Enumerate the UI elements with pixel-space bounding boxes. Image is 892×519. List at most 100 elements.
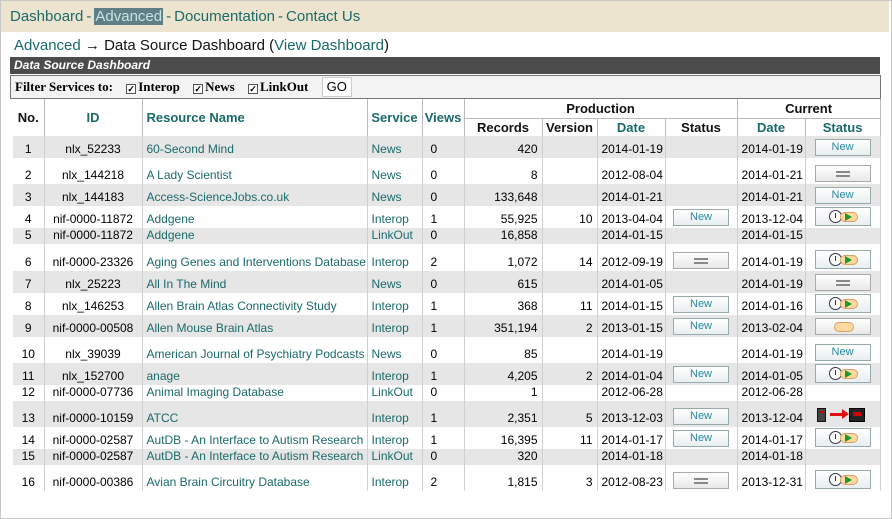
service-link[interactable]: Interop xyxy=(367,427,423,449)
interop-checkbox[interactable]: ✓ xyxy=(126,84,137,94)
transfer-status-icon[interactable] xyxy=(815,406,871,425)
new-status-button[interactable]: New xyxy=(673,430,730,447)
nav-separator: - xyxy=(86,8,92,25)
resource-name-link[interactable]: anage xyxy=(142,363,368,385)
scheduled-run-icon[interactable] xyxy=(814,207,871,226)
new-status-button[interactable]: New xyxy=(673,209,730,226)
current-status xyxy=(805,363,881,385)
production-status: New xyxy=(665,293,738,315)
service-link[interactable]: News xyxy=(367,271,423,293)
service-link[interactable]: Interop xyxy=(367,244,423,271)
new-status-button[interactable]: New xyxy=(814,187,871,204)
unchanged-status-icon[interactable] xyxy=(814,274,871,291)
resource-name-link[interactable]: ATCC xyxy=(142,401,368,427)
resource-name-link[interactable]: Addgene xyxy=(142,228,368,244)
service-link[interactable]: Interop xyxy=(367,315,423,337)
col-prod-date[interactable]: Date xyxy=(597,117,666,136)
col-version[interactable]: Version xyxy=(542,117,598,136)
service-link[interactable]: News xyxy=(367,158,423,184)
scheduled-run-icon[interactable] xyxy=(814,470,871,489)
resource-name-link[interactable]: Allen Mouse Brain Atlas xyxy=(142,315,368,337)
service-link[interactable]: News xyxy=(367,184,423,206)
table-row: 12 nif-0000-07736 Animal Imaging Database L… xyxy=(13,385,881,401)
scheduled-run-icon[interactable] xyxy=(814,294,871,313)
new-status-button[interactable]: New xyxy=(673,408,730,425)
col-service[interactable]: Service xyxy=(367,99,423,136)
new-status-button[interactable]: New xyxy=(673,366,730,383)
resource-name-link[interactable]: Aging Genes and Interventions Database xyxy=(142,244,368,271)
current-date: 2014-01-18 xyxy=(737,449,806,465)
resource-name-link[interactable]: Allen Brain Atlas Connectivity Study xyxy=(142,293,368,315)
resource-name-link[interactable]: AutDB - An Interface to Autism Research xyxy=(142,427,368,449)
service-link[interactable]: Interop xyxy=(367,465,423,491)
unchanged-status-icon[interactable] xyxy=(814,165,871,182)
nav-contact-us[interactable]: Contact Us xyxy=(286,8,360,25)
breadcrumb-advanced[interactable]: Advanced xyxy=(14,37,81,54)
records-count: 16,858 xyxy=(464,228,543,244)
service-link[interactable]: LinkOut xyxy=(367,228,423,244)
resource-name-link[interactable]: A Lady Scientist xyxy=(142,158,368,184)
new-status-button[interactable]: New xyxy=(814,344,871,361)
resource-name-link[interactable]: Access-ScienceJobs.co.uk xyxy=(142,184,368,206)
resource-id: nlx_39039 xyxy=(44,337,143,363)
service-link[interactable]: Interop xyxy=(367,293,423,315)
resource-id: nlx_152700 xyxy=(44,363,143,385)
cloud-status-icon[interactable] xyxy=(814,318,871,335)
production-status: New xyxy=(665,427,738,449)
version-number xyxy=(542,385,598,401)
table-row: 2 nlx_144218 A Lady Scientist News 0 8 2012-08… xyxy=(13,158,881,184)
service-link[interactable]: Interop xyxy=(367,363,423,385)
row-number: 16 xyxy=(13,465,45,491)
current-date: 2014-01-15 xyxy=(737,228,806,244)
new-status-button[interactable]: New xyxy=(673,318,730,335)
version-number xyxy=(542,136,598,158)
nav-documentation[interactable]: Documentation xyxy=(174,8,275,25)
col-id[interactable]: ID xyxy=(44,99,143,136)
view-dashboard-link[interactable]: View Dashboard xyxy=(274,37,384,54)
resource-name-link[interactable]: Animal Imaging Database xyxy=(142,385,368,401)
views-count: 0 xyxy=(422,184,465,206)
resource-name-link[interactable]: American Journal of Psychiatry Podcasts xyxy=(142,337,368,363)
col-cur-date[interactable]: Date xyxy=(737,117,806,136)
unchanged-status-icon[interactable] xyxy=(673,252,730,269)
row-number: 4 xyxy=(13,206,45,228)
row-number: 2 xyxy=(13,158,45,184)
col-no[interactable]: No. xyxy=(13,99,45,136)
records-count: 8 xyxy=(464,158,543,184)
scheduled-run-icon[interactable] xyxy=(814,428,871,447)
col-resource-name[interactable]: Resource Name xyxy=(142,99,368,136)
col-records[interactable]: Records xyxy=(463,117,543,136)
service-link[interactable]: LinkOut xyxy=(367,385,423,401)
records-count: 1,815 xyxy=(464,465,543,491)
resource-name-link[interactable]: All In The Mind xyxy=(142,271,368,293)
resource-name-link[interactable]: Addgene xyxy=(142,206,368,228)
new-status-button[interactable]: New xyxy=(673,296,730,313)
nav-dashboard[interactable]: Dashboard xyxy=(10,8,83,25)
resource-name-link[interactable]: Avian Brain Circuitry Database xyxy=(142,465,368,491)
scheduled-run-icon[interactable] xyxy=(814,364,871,383)
row-number: 13 xyxy=(13,401,45,427)
nav-advanced[interactable]: Advanced xyxy=(94,8,164,25)
current-status xyxy=(805,401,881,427)
linkout-checkbox[interactable]: ✓ xyxy=(247,84,258,94)
service-link[interactable]: Interop xyxy=(367,206,423,228)
col-cur-status[interactable]: Status xyxy=(805,117,881,136)
service-link[interactable]: Interop xyxy=(367,401,423,427)
col-views[interactable]: Views xyxy=(422,99,465,136)
news-checkbox[interactable]: ✓ xyxy=(193,84,204,94)
new-status-button[interactable]: New xyxy=(814,139,871,156)
scheduled-run-icon[interactable] xyxy=(814,250,871,269)
current-date: 2014-01-19 xyxy=(737,271,806,293)
resource-name-link[interactable]: AutDB - An Interface to Autism Research xyxy=(142,449,368,465)
resource-id: nlx_146253 xyxy=(44,293,143,315)
service-link[interactable]: LinkOut xyxy=(367,449,423,465)
resource-name-link[interactable]: 60-Second Mind xyxy=(142,136,368,158)
version-number: 10 xyxy=(542,206,598,228)
go-button[interactable]: GO xyxy=(321,77,352,97)
unchanged-status-icon[interactable] xyxy=(673,472,730,489)
current-status xyxy=(805,315,881,337)
service-link[interactable]: News xyxy=(367,136,423,158)
current-date: 2013-12-31 xyxy=(737,465,806,491)
service-link[interactable]: News xyxy=(367,337,423,363)
col-prod-status[interactable]: Status xyxy=(665,117,738,136)
